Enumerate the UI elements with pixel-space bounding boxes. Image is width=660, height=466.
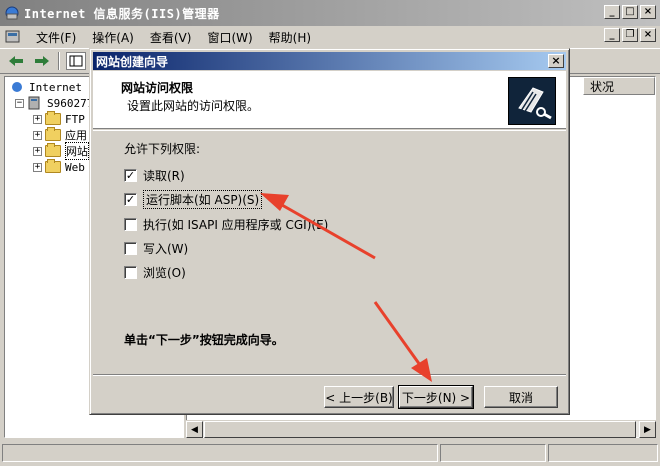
mmc-icon[interactable] — [4, 28, 22, 46]
child-close-button[interactable]: × — [640, 28, 656, 42]
website-wizard-dialog: 网站创建向导 × 网站访问权限 设置此网站的访问权限。 允许下列权限: ✓ 读取… — [89, 48, 570, 415]
expand-icon[interactable]: + — [33, 114, 42, 124]
header-separator — [93, 130, 566, 132]
scroll-thumb[interactable] — [204, 421, 636, 438]
permission-label: 写入(W) — [143, 241, 189, 256]
status-pane-2 — [440, 444, 546, 462]
maximize-button[interactable]: □ — [622, 5, 638, 19]
wizard-header-icon — [508, 77, 556, 125]
tree-item-app[interactable]: + 应用 — [33, 127, 87, 143]
expand-icon[interactable]: + — [33, 130, 42, 140]
menu-help[interactable]: 帮助(H) — [261, 29, 319, 46]
wizard-page-title: 网站访问权限 — [121, 81, 194, 95]
folder-icon — [45, 111, 61, 125]
forward-arrow-icon[interactable] — [32, 52, 52, 70]
tree-item-label: FTP — [65, 112, 85, 126]
tree-item-label: 应用 — [65, 129, 87, 142]
scroll-right-icon[interactable]: ▶ — [639, 421, 656, 438]
run-scripts-checkbox[interactable]: ✓ — [124, 192, 137, 206]
tree-root[interactable]: Internet 信 — [9, 79, 100, 95]
close-button[interactable]: × — [640, 5, 656, 19]
tree-item-label: 网站 — [65, 142, 89, 160]
iis-app-icon — [5, 6, 19, 20]
expand-icon[interactable]: + — [33, 146, 42, 156]
status-pane-main — [2, 444, 438, 462]
iis-root-icon — [12, 82, 22, 92]
permission-browse[interactable]: 浏览(O) — [124, 264, 186, 280]
dialog-close-button[interactable]: × — [548, 54, 564, 68]
status-pane-3 — [548, 444, 658, 462]
column-header-label: 状况 — [590, 79, 615, 94]
execute-checkbox[interactable] — [124, 217, 137, 231]
show-tree-icon[interactable] — [66, 52, 86, 70]
menu-view[interactable]: 查看(V) — [142, 29, 200, 46]
permission-run-scripts[interactable]: ✓ 运行脚本(如 ASP)(S) — [124, 189, 263, 209]
tree-item-websites[interactable]: + 网站 — [33, 142, 89, 160]
status-bar — [0, 442, 660, 464]
folder-icon — [45, 127, 61, 141]
menu-bar: 文件(F) 操作(A) 查看(V) 窗口(W) 帮助(H) _ ❐ × — [0, 26, 660, 48]
finish-instruction: 单击“下一步”按钮完成向导。 — [124, 333, 284, 347]
permission-label: 浏览(O) — [143, 265, 186, 280]
next-button[interactable]: 下一步(N) > — [398, 385, 474, 409]
horizontal-scrollbar[interactable]: ◀ ▶ — [186, 420, 656, 438]
server-icon — [28, 96, 40, 110]
dialog-title: 网站创建向导 — [96, 54, 169, 69]
permission-label: 执行(如 ISAPI 应用程序或 CGI)(E) — [143, 217, 329, 232]
menu-window[interactable]: 窗口(W) — [199, 29, 260, 46]
cancel-button[interactable]: 取消 — [484, 386, 558, 408]
folder-icon — [45, 143, 61, 157]
wizard-header: 网站访问权限 设置此网站的访问权限。 — [93, 71, 566, 129]
permissions-intro: 允许下列权限: — [124, 142, 201, 156]
tree-item-ftp[interactable]: + FTP — [33, 111, 85, 127]
minimize-button[interactable]: _ — [604, 5, 620, 19]
tree-item-web[interactable]: + Web — [33, 159, 85, 175]
browse-checkbox[interactable] — [124, 265, 137, 279]
permission-execute[interactable]: 执行(如 ISAPI 应用程序或 CGI)(E) — [124, 216, 328, 232]
footer-separator — [93, 374, 566, 376]
expand-icon[interactable]: + — [33, 162, 42, 172]
main-title-bar[interactable]: Internet 信息服务(IIS)管理器 _ □ × — [0, 0, 660, 26]
scroll-left-icon[interactable]: ◀ — [186, 421, 203, 438]
permission-label: 读取(R) — [143, 168, 185, 183]
dialog-title-bar[interactable]: 网站创建向导 × — [93, 52, 566, 70]
menu-file[interactable]: 文件(F) — [28, 29, 84, 46]
back-arrow-icon[interactable] — [6, 52, 26, 70]
back-button[interactable]: < 上一步(B) — [324, 386, 394, 408]
child-restore-button[interactable]: ❐ — [622, 28, 638, 42]
tree-item-label: Web — [65, 160, 85, 174]
tree-server[interactable]: − S960277 — [15, 95, 93, 111]
child-minimize-button[interactable]: _ — [604, 28, 620, 42]
folder-icon — [45, 159, 61, 173]
permission-write[interactable]: 写入(W) — [124, 240, 188, 256]
window-title: Internet 信息服务(IIS)管理器 — [24, 6, 220, 21]
wizard-page-subtitle: 设置此网站的访问权限。 — [127, 99, 260, 113]
collapse-icon[interactable]: − — [15, 98, 24, 108]
toolbar-separator — [58, 52, 60, 70]
permission-read[interactable]: ✓ 读取(R) — [124, 167, 185, 183]
tree-server-label: S960277 — [47, 96, 94, 110]
column-header-status[interactable]: 状况 — [583, 77, 655, 95]
write-checkbox[interactable] — [124, 241, 137, 255]
read-checkbox[interactable]: ✓ — [124, 168, 137, 182]
menu-action[interactable]: 操作(A) — [84, 29, 142, 46]
permission-label: 运行脚本(如 ASP)(S) — [143, 189, 263, 209]
